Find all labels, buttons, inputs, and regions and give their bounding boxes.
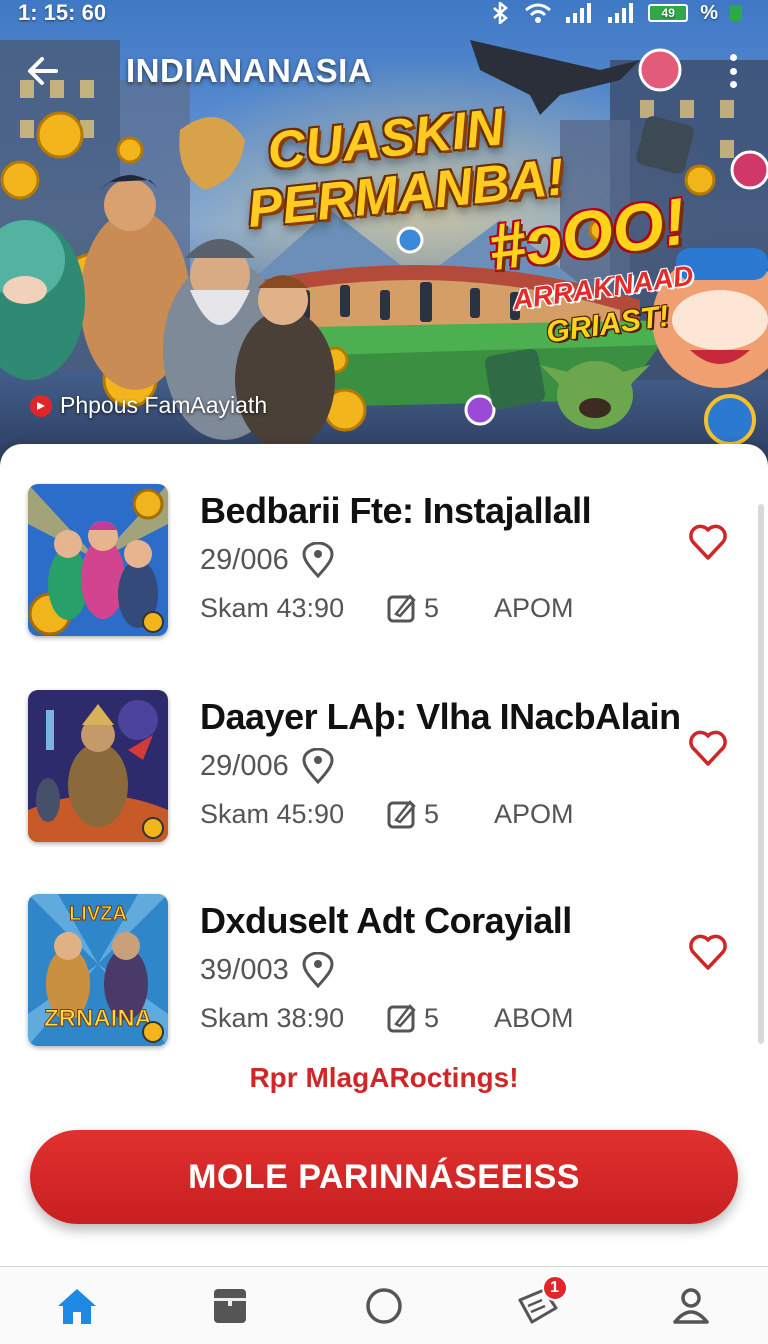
thumb-text-bottom: ZRNAINA bbox=[44, 1005, 152, 1032]
game-title: Bedbarii Fte: Instajallall bbox=[200, 490, 592, 531]
ticket-count-value: 5 bbox=[424, 798, 440, 829]
signal-icon bbox=[566, 3, 592, 23]
game-title: Daayer LAþ: Vlha INacbAlain bbox=[200, 696, 681, 737]
location-pin-icon bbox=[302, 952, 334, 988]
profile-icon bbox=[673, 1287, 709, 1324]
favorite-button[interactable] bbox=[688, 728, 728, 768]
game-meta: Skam 43:90 5 APOM bbox=[200, 592, 574, 624]
list-item[interactable]: LIVZA ZRNAINA Dxduselt Adt Corayiall 39/… bbox=[0, 894, 768, 1054]
game-date: 29/006 bbox=[200, 748, 335, 784]
status-time: 1: 15: 60 bbox=[18, 0, 107, 25]
game-date-text: 39/003 bbox=[200, 953, 289, 986]
game-title: Dxduselt Adt Corayiall bbox=[200, 900, 572, 941]
game-thumbnail[interactable] bbox=[28, 690, 168, 842]
game-list-panel: Bedbarii Fte: Instajallall 29/006 Skam 4… bbox=[0, 444, 768, 1266]
more-vert-icon-dot bbox=[729, 54, 737, 61]
more-vert-icon-dot bbox=[729, 81, 737, 88]
list-item[interactable]: Bedbarii Fte: Instajallall 29/006 Skam 4… bbox=[0, 484, 768, 644]
battery-level-icon bbox=[730, 5, 742, 21]
arrow-left-icon bbox=[28, 57, 58, 85]
game-status: APOM bbox=[494, 592, 574, 623]
nav-home[interactable] bbox=[37, 1271, 117, 1341]
favorite-button[interactable] bbox=[688, 522, 728, 562]
banner-caption-text: Phpous FamAayiath bbox=[60, 392, 268, 418]
bottom-navigation: 1 bbox=[0, 1266, 768, 1344]
wifi-icon bbox=[525, 3, 552, 23]
more-games-button[interactable]: MOLE PARINNÁSEEISS bbox=[30, 1130, 738, 1224]
heart-icon bbox=[689, 730, 727, 766]
ticket-count-value: 5 bbox=[424, 1002, 440, 1033]
ticket-edit-icon bbox=[387, 800, 416, 829]
game-time: Skam 38:90 bbox=[200, 1002, 345, 1033]
nav-profile[interactable] bbox=[651, 1271, 731, 1341]
signal-icon-2 bbox=[608, 3, 634, 23]
nav-circle[interactable] bbox=[344, 1271, 424, 1341]
status-icons: 49 % bbox=[488, 2, 742, 25]
thumb-text-top: LIVZA bbox=[69, 903, 127, 925]
game-meta: Skam 45:90 5 APOM bbox=[200, 798, 574, 830]
battery-percent: % bbox=[700, 1, 718, 24]
game-thumbnail[interactable]: LIVZA ZRNAINA bbox=[28, 894, 168, 1046]
ticket-count: 5 bbox=[386, 1002, 494, 1034]
more-vert-icon-dot bbox=[729, 67, 737, 75]
ticket-edit-icon bbox=[387, 594, 416, 623]
page-title: INDIANANASIA bbox=[126, 52, 373, 89]
location-pin-icon bbox=[302, 542, 334, 578]
promo-link[interactable]: Rpr MlagARoctings! bbox=[0, 1062, 768, 1094]
list-item[interactable]: Daayer LAþ: Vlha INacbAlain 29/006 Skam … bbox=[0, 690, 768, 850]
ticket-count: 5 bbox=[386, 592, 494, 624]
game-date: 29/006 bbox=[200, 542, 335, 578]
notification-badge: 1 bbox=[541, 1274, 568, 1301]
circle-icon bbox=[366, 1287, 402, 1324]
brand-logo-icon bbox=[30, 394, 52, 417]
game-time: Skam 43:90 bbox=[200, 592, 345, 623]
battery-icon: 49 bbox=[648, 4, 689, 22]
wallet-icon bbox=[214, 1288, 247, 1323]
ticket-count: 5 bbox=[386, 798, 494, 830]
game-meta: Skam 38:90 5 ABOM bbox=[200, 1002, 574, 1034]
game-date: 39/003 bbox=[200, 952, 335, 988]
nav-wallet[interactable] bbox=[190, 1271, 270, 1341]
back-button[interactable] bbox=[20, 48, 66, 94]
ticket-edit-icon bbox=[387, 1004, 416, 1033]
status-bar: 1: 15: 60 49 % bbox=[0, 0, 768, 26]
heart-icon bbox=[689, 524, 727, 560]
nav-tickets[interactable]: 1 bbox=[498, 1271, 578, 1341]
heart-icon bbox=[689, 934, 727, 970]
home-icon bbox=[57, 1288, 96, 1324]
game-status: ABOM bbox=[494, 1002, 574, 1033]
game-thumbnail[interactable] bbox=[28, 484, 168, 636]
app-bar: INDIANANASIA bbox=[0, 46, 768, 96]
game-time: Skam 45:90 bbox=[200, 798, 345, 829]
favorite-button[interactable] bbox=[688, 932, 728, 972]
bluetooth-icon bbox=[493, 2, 509, 24]
game-date-text: 29/006 bbox=[200, 543, 289, 576]
banner-caption: Phpous FamAayiath bbox=[30, 392, 267, 419]
more-options-button[interactable] bbox=[720, 50, 746, 92]
game-status: APOM bbox=[494, 798, 574, 829]
game-date-text: 29/006 bbox=[200, 749, 289, 782]
hero-banner[interactable]: 1: 15: 60 49 % INDIANANASIA CUASKIN PERM… bbox=[0, 0, 768, 470]
location-pin-icon bbox=[302, 748, 334, 784]
ticket-count-value: 5 bbox=[424, 592, 440, 623]
